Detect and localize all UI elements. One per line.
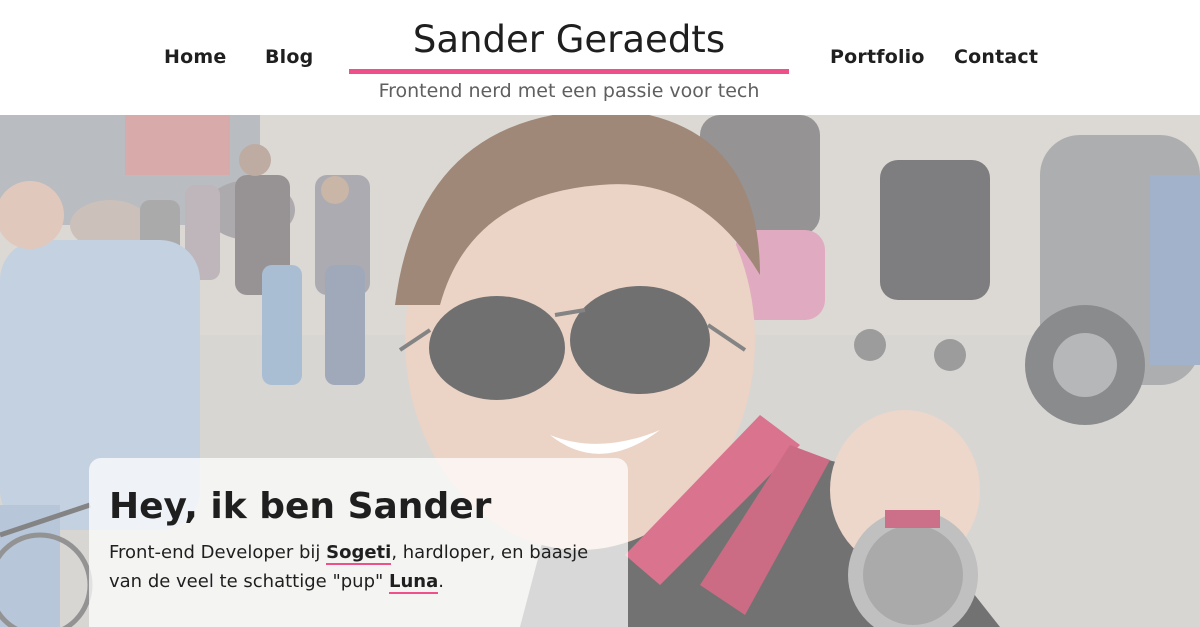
- luna-link[interactable]: Luna: [389, 571, 439, 594]
- site-header: Home Blog Sander Geraedts Frontend nerd …: [0, 0, 1200, 115]
- intro-text: Front-end Developer bij Sogeti, hardlope…: [109, 538, 608, 596]
- title-underline: [349, 69, 789, 74]
- nav-link-blog[interactable]: Blog: [265, 46, 313, 68]
- nav-link-contact[interactable]: Contact: [954, 46, 1038, 68]
- intro-card: Hey, ik ben Sander Front-end Developer b…: [89, 458, 628, 627]
- intro-heading: Hey, ik ben Sander: [109, 486, 492, 527]
- intro-text-part-1: Front-end Developer bij: [109, 542, 327, 563]
- site-title[interactable]: Sander Geraedts: [349, 14, 789, 66]
- site-brand: Sander Geraedts Frontend nerd met een pa…: [349, 14, 789, 104]
- nav-link-home[interactable]: Home: [164, 46, 226, 68]
- intro-text-part-3: .: [438, 571, 444, 592]
- hero-section: Hey, ik ben Sander Front-end Developer b…: [0, 115, 1200, 627]
- nav-link-portfolio[interactable]: Portfolio: [830, 46, 925, 68]
- site-tagline: Frontend nerd met een passie voor tech: [378, 80, 760, 102]
- sogeti-link[interactable]: Sogeti: [326, 542, 392, 565]
